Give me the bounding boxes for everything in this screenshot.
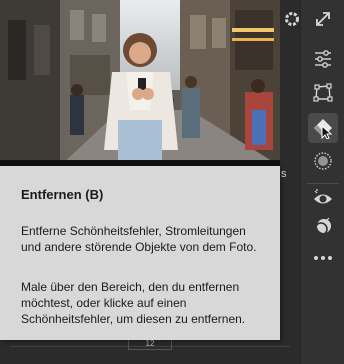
presets-icon[interactable] xyxy=(308,212,338,242)
tooltip-instructions: Male über den Bereich, den du entfernen … xyxy=(21,280,246,326)
sliders-icon[interactable] xyxy=(308,43,338,73)
tool-rail xyxy=(285,0,344,364)
expand-icon[interactable] xyxy=(308,4,338,34)
redeye-icon[interactable] xyxy=(308,183,338,213)
more-icon[interactable] xyxy=(308,243,338,273)
gear-icon[interactable] xyxy=(277,4,307,34)
partially-hidden-label: s xyxy=(281,168,287,180)
crop-transform-icon[interactable] xyxy=(308,78,338,108)
masking-circle-icon[interactable] xyxy=(308,146,338,176)
photo-preview xyxy=(0,0,280,166)
tooltip-title: Entfernen (B) xyxy=(21,187,104,202)
street-photo-image xyxy=(0,0,280,166)
eraser-remove-icon[interactable] xyxy=(308,113,338,143)
tooltip-description: Entferne Schönheitsfehler, Stromleitunge… xyxy=(21,224,257,254)
tool-tooltip: Entfernen (B) Entferne Schönheitsfehler,… xyxy=(0,166,280,340)
